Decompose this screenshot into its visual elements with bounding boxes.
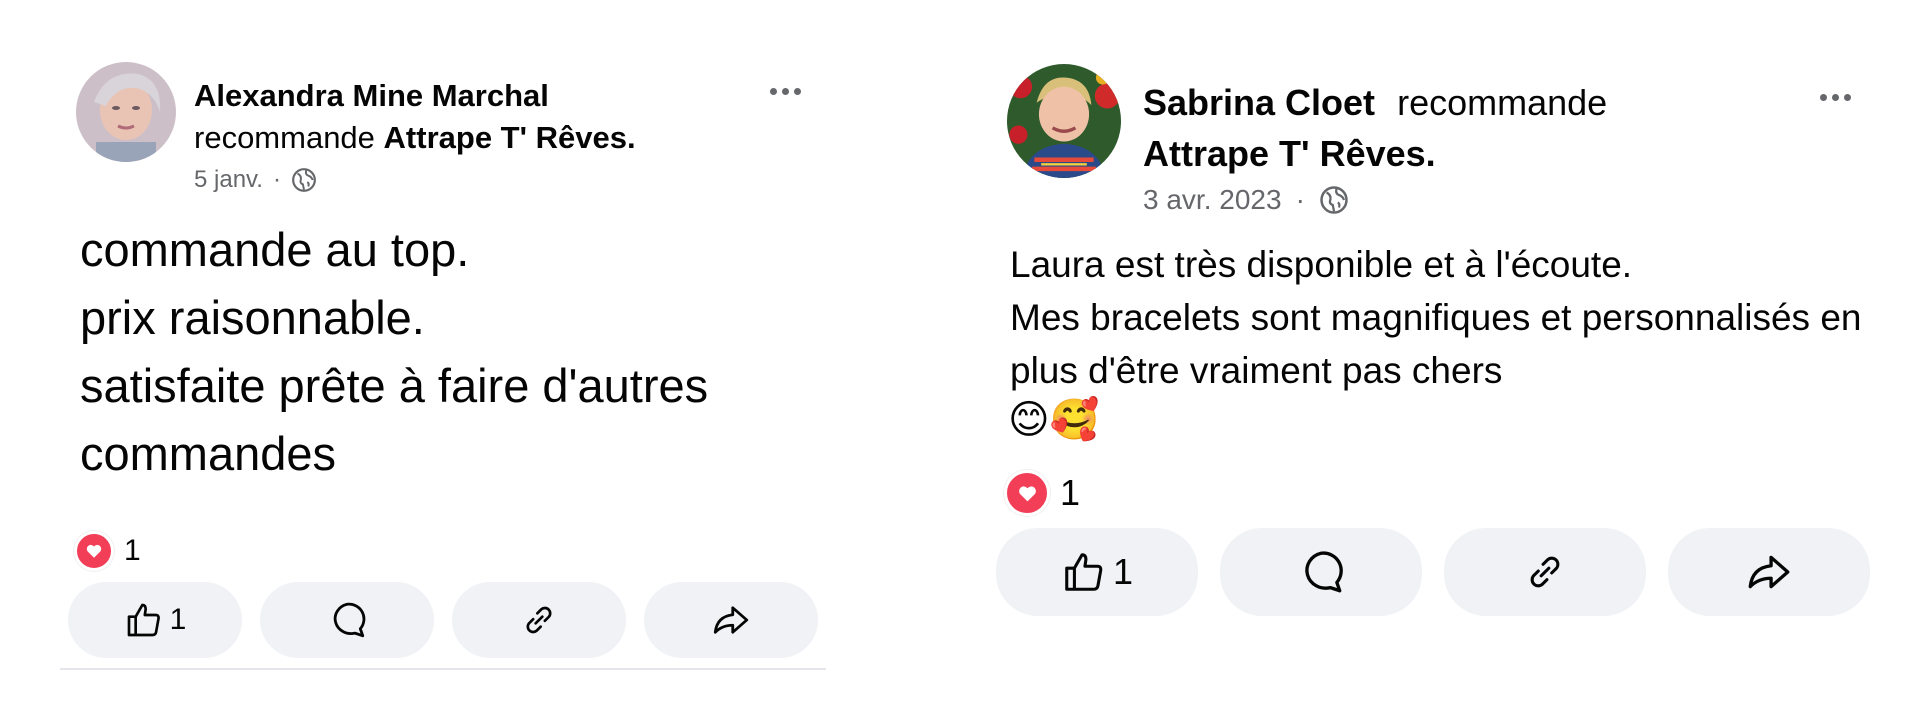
more-icon	[1820, 94, 1851, 101]
share-button[interactable]	[644, 582, 818, 658]
meta-separator: ·	[1295, 184, 1305, 215]
comment-icon	[1305, 551, 1343, 593]
more-options-button[interactable]	[770, 88, 801, 95]
reactions-summary[interactable]: 1	[1004, 470, 1080, 516]
reaction-count: 1	[124, 534, 141, 567]
recommend-verb: recommande	[1397, 82, 1608, 123]
share-icon	[1748, 555, 1790, 589]
like-icon	[127, 603, 160, 637]
like-count: 1	[1112, 551, 1134, 592]
post-text: Laura est très disponible et à l'écoute.…	[1010, 244, 1862, 391]
post-meta: 5 janv. ·	[194, 164, 317, 196]
author-name[interactable]: Alexandra Mine Marchal	[194, 76, 754, 116]
post-date[interactable]: 5 janv.	[194, 166, 263, 194]
meta-separator: ·	[272, 166, 281, 193]
link-icon	[1530, 556, 1560, 588]
more-options-button[interactable]	[1820, 94, 1851, 101]
share-button[interactable]	[1668, 528, 1870, 616]
post-meta: 3 avr. 2023 ·	[1143, 182, 1349, 218]
avatar[interactable]	[76, 62, 176, 162]
love-reaction-icon	[74, 531, 114, 571]
page-name[interactable]: Attrape T' Rêves.	[384, 120, 636, 155]
avatar-photo	[76, 62, 176, 162]
copy-link-button[interactable]	[1444, 528, 1646, 616]
post-divider	[60, 668, 826, 670]
comment-button[interactable]	[260, 582, 434, 658]
copy-link-button[interactable]	[452, 582, 626, 658]
post-emojis: 😊🥰	[1008, 397, 1100, 443]
post-card-alexandra: Alexandra Mine Marchal recommande Attrap…	[0, 0, 960, 701]
post-text: commande au top. prix raisonnable. satis…	[80, 223, 709, 480]
post-date[interactable]: 3 avr. 2023	[1143, 184, 1282, 216]
share-icon	[713, 606, 749, 634]
reactions-summary[interactable]: 1	[74, 531, 141, 571]
more-icon	[770, 88, 801, 95]
link-icon	[526, 606, 552, 634]
avatar-photo	[1007, 64, 1121, 178]
post-card-sabrina: Sabrina Cloet recommande Attrape T' Rêve…	[960, 0, 1920, 701]
page-name[interactable]: Attrape T' Rêves.	[1143, 126, 1823, 182]
avatar[interactable]	[1007, 64, 1121, 178]
author-name[interactable]: Sabrina Cloet	[1143, 82, 1375, 123]
like-count: 1	[169, 603, 187, 636]
comment-button[interactable]	[1220, 528, 1422, 616]
comment-icon	[333, 602, 366, 638]
action-bar: 1	[996, 528, 1870, 616]
like-button[interactable]: 1	[996, 528, 1198, 616]
reaction-count: 1	[1060, 472, 1081, 513]
love-reaction-icon	[1004, 470, 1050, 516]
like-icon	[1065, 553, 1103, 591]
like-button[interactable]: 1	[68, 582, 242, 658]
globe-icon	[1320, 186, 1348, 214]
globe-icon	[292, 168, 316, 192]
recommend-verb: recommande	[194, 120, 375, 155]
action-bar: 1	[68, 582, 818, 658]
